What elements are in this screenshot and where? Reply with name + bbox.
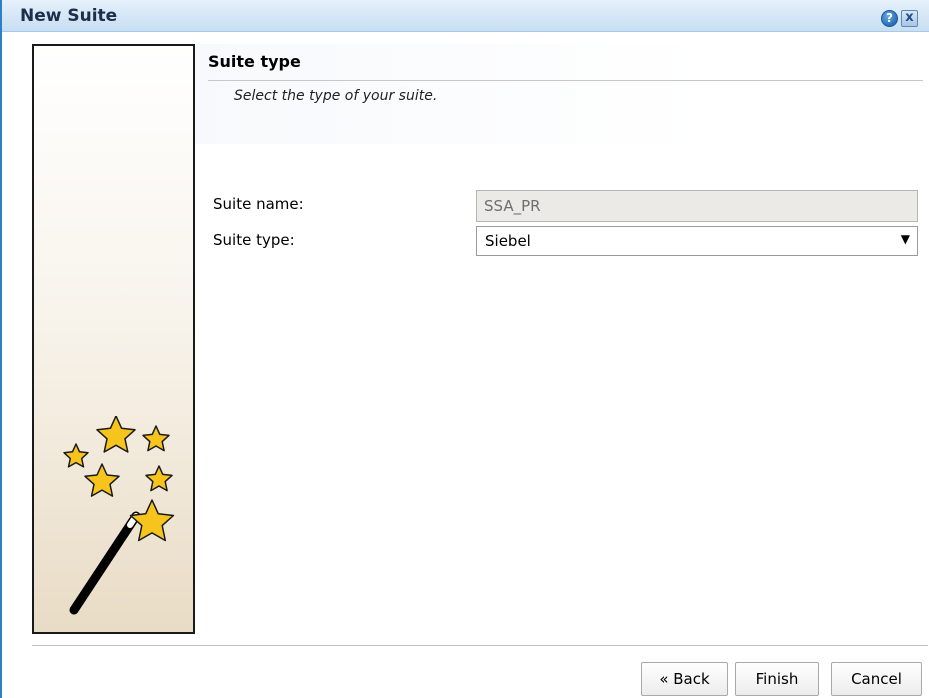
magic-wand-icon xyxy=(63,416,175,615)
help-icon[interactable]: ? xyxy=(881,10,898,27)
step-subtitle: Select the type of your suite. xyxy=(234,88,438,104)
star-icon xyxy=(145,465,173,492)
dropdown-arrow-icon[interactable]: ▼ xyxy=(901,232,910,246)
star-icon xyxy=(96,416,136,453)
footer-divider xyxy=(32,645,928,646)
step-title: Suite type xyxy=(208,52,301,71)
dialog-title: New Suite xyxy=(20,6,118,26)
wizard-side-panel xyxy=(32,44,195,634)
suite-type-dropdown[interactable]: Siebel ▼ xyxy=(476,226,918,256)
suite-name-label: Suite name: xyxy=(213,195,304,213)
star-icon xyxy=(63,443,89,468)
suite-type-selected-value: Siebel xyxy=(485,232,531,250)
title-bar: New Suite ? x xyxy=(2,0,929,32)
header-divider xyxy=(208,80,923,81)
back-button[interactable]: « Back xyxy=(641,662,728,696)
new-suite-dialog: New Suite ? x Suite type Select the type… xyxy=(0,0,929,698)
close-icon[interactable]: x xyxy=(901,10,918,27)
star-icon xyxy=(142,425,170,452)
cancel-button[interactable]: Cancel xyxy=(831,662,922,696)
finish-button[interactable]: Finish xyxy=(735,662,819,696)
suite-type-label: Suite type: xyxy=(213,231,295,249)
star-icon xyxy=(129,499,175,542)
star-icon xyxy=(84,463,120,497)
suite-name-field xyxy=(476,190,918,222)
